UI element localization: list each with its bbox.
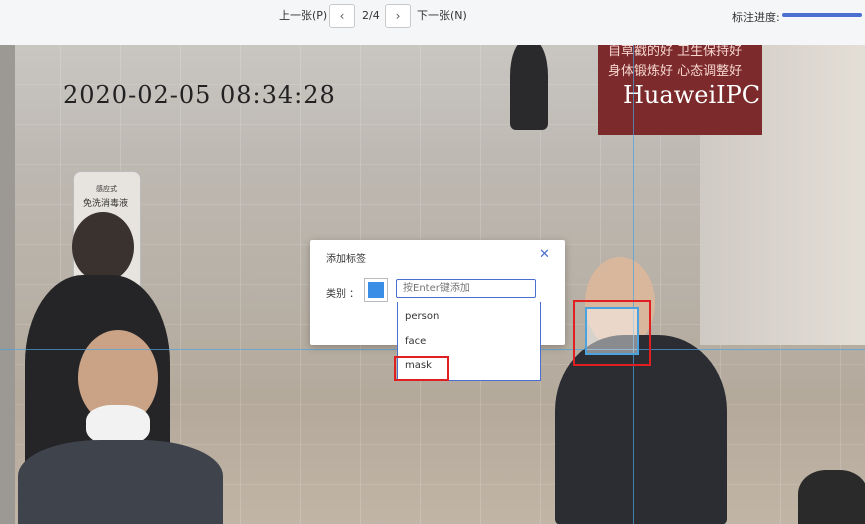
chevron-left-icon: ‹ xyxy=(339,9,345,23)
progress-bar xyxy=(782,13,862,17)
top-toolbar: 上一张(P) ‹ 2/4 › 下一张(N) 标注进度: xyxy=(0,0,865,46)
chevron-right-icon: › xyxy=(395,9,401,23)
color-swatch[interactable] xyxy=(364,278,388,302)
camera-watermark: HuaweiIPC xyxy=(623,81,761,109)
option-person[interactable]: person xyxy=(405,311,439,322)
person-partial-right xyxy=(798,470,865,524)
face-mask xyxy=(86,405,150,445)
banner-line-1: 自草戳的好 卫生保持好 xyxy=(608,45,743,59)
progress-fill xyxy=(782,13,862,17)
banner-line-2: 身体锻炼好 心态调整好 xyxy=(608,64,743,79)
dialog-title: 添加标签 xyxy=(326,254,366,265)
close-icon[interactable]: ✕ xyxy=(539,247,550,262)
highlight-mask-option xyxy=(394,356,449,381)
swatch-color xyxy=(368,282,384,298)
left-wall xyxy=(0,45,15,524)
prev-button[interactable]: ‹ xyxy=(329,4,355,28)
camera-timestamp: 2020-02-05 08:34:28 xyxy=(63,81,336,109)
tag-input[interactable] xyxy=(396,279,536,298)
sign-line-2: 免洗消毒液 xyxy=(83,199,129,209)
person-head xyxy=(72,212,134,282)
next-button[interactable]: › xyxy=(385,4,411,28)
highlight-annotation xyxy=(573,300,651,366)
front-person-suit xyxy=(18,440,223,524)
person-walking xyxy=(510,45,548,130)
category-label: 类别 ： xyxy=(326,289,360,300)
next-image-link[interactable]: 下一张(N) xyxy=(417,9,467,23)
page-indicator: 2/4 xyxy=(362,9,380,22)
prev-image-link[interactable]: 上一张(P) xyxy=(279,9,327,23)
option-face[interactable]: face xyxy=(405,336,426,347)
progress-label: 标注进度: xyxy=(732,11,780,24)
sign-line-1: 感应式 xyxy=(96,185,117,193)
crosshair-vertical xyxy=(633,45,634,524)
